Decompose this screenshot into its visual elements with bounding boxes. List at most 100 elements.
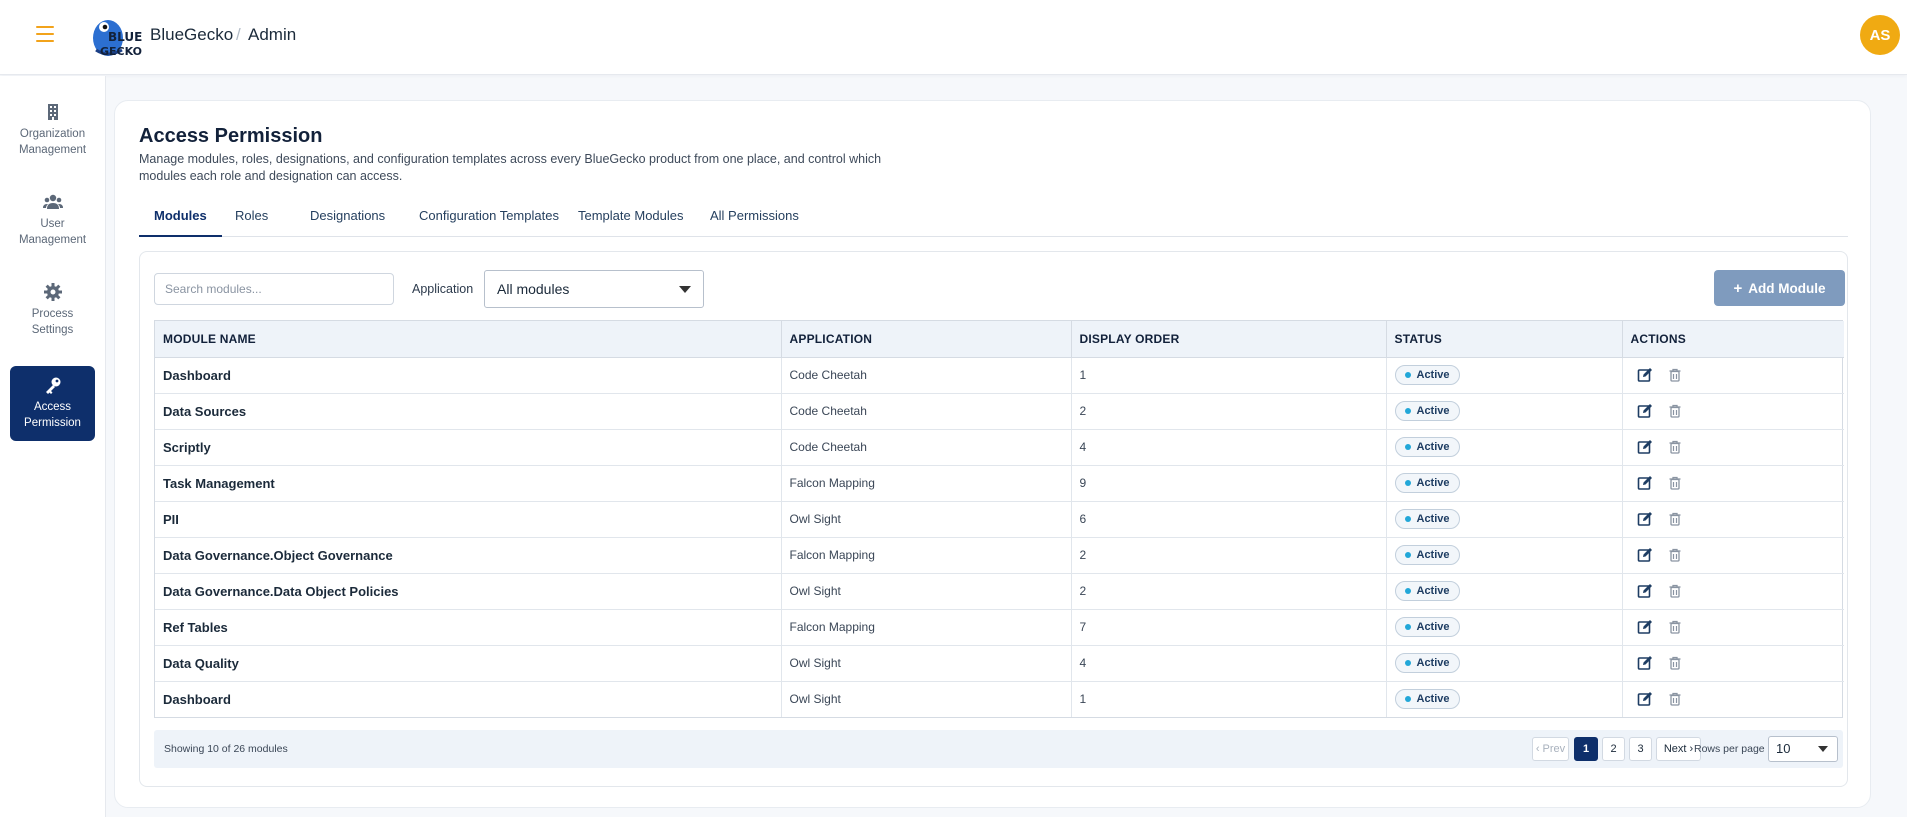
edit-icon[interactable] (1637, 691, 1653, 707)
column-header-status[interactable]: STATUS (1386, 321, 1623, 358)
edit-icon[interactable] (1637, 367, 1653, 383)
tab-modules[interactable]: Modules (139, 207, 222, 237)
edit-icon[interactable] (1637, 583, 1653, 599)
sidebar-item-access-permission[interactable]: Access Permission (10, 366, 95, 441)
sidebar-item-user-management[interactable]: User Management (10, 192, 95, 252)
module-name-cell: PII (155, 501, 782, 538)
application-cell: Owl Sight (781, 501, 1072, 538)
trash-icon[interactable] (1667, 655, 1683, 671)
status-text: Active (1416, 441, 1450, 453)
showing-count: Showing 10 of 26 modules (164, 743, 288, 755)
column-header-module-name[interactable]: MODULE NAME (155, 321, 782, 358)
table-header-row: MODULE NAME APPLICATION DISPLAY ORDER ST… (155, 321, 1844, 358)
chevron-down-icon (679, 286, 691, 293)
status-text: Active (1416, 513, 1450, 525)
page-2-button[interactable]: 2 (1602, 737, 1625, 761)
edit-icon[interactable] (1637, 619, 1653, 635)
sidebar-item-process-settings[interactable]: Process Settings (10, 282, 95, 342)
trash-icon[interactable] (1667, 619, 1683, 635)
sidebar-item-label: Management (18, 234, 87, 246)
trash-icon[interactable] (1667, 583, 1683, 599)
status-cell: Active (1386, 429, 1623, 466)
brand-name[interactable]: BlueGecko (150, 25, 233, 45)
tab-designations[interactable]: Designations (295, 207, 400, 237)
edit-icon[interactable] (1637, 655, 1653, 671)
page-3-button[interactable]: 3 (1629, 737, 1652, 761)
tab-bar: Modules Roles Designations Configuration… (139, 207, 1848, 237)
page-description: Manage modules, roles, designations, and… (139, 152, 882, 183)
table-row: Data Sources Code Cheetah 2 Active (155, 393, 1844, 430)
status-badge: Active (1394, 365, 1460, 385)
breadcrumb-admin[interactable]: Admin (248, 25, 296, 45)
module-name-cell: Data Sources (155, 393, 782, 430)
application-cell: Code Cheetah (781, 429, 1072, 466)
trash-icon[interactable] (1667, 547, 1683, 563)
trash-icon[interactable] (1667, 511, 1683, 527)
tab-configuration-templates[interactable]: Configuration Templates (404, 207, 574, 237)
application-select[interactable]: All modules (484, 270, 704, 308)
edit-icon[interactable] (1637, 475, 1653, 491)
status-text: Active (1416, 549, 1450, 561)
actions-cell (1622, 609, 1844, 646)
trash-icon[interactable] (1667, 691, 1683, 707)
status-text: Active (1416, 693, 1450, 706)
status-badge: Active (1394, 689, 1460, 710)
status-badge: Active (1394, 437, 1460, 457)
trash-icon[interactable] (1667, 475, 1683, 491)
tab-all-permissions[interactable]: All Permissions (695, 207, 814, 237)
plus-icon: + (1733, 279, 1743, 297)
status-dot (1404, 408, 1411, 414)
page-1-button[interactable]: 1 (1574, 737, 1598, 761)
chevron-down-icon (1818, 746, 1828, 752)
status-dot (1404, 444, 1411, 450)
status-cell: Active (1386, 357, 1623, 394)
rows-per-page-label: Rows per page (1694, 743, 1765, 755)
sidebar-item-label: Access (33, 401, 72, 413)
edit-icon[interactable] (1637, 439, 1653, 455)
column-header-display-order[interactable]: DISPLAY ORDER (1071, 321, 1387, 358)
prev-page-button[interactable]: ‹ Prev (1532, 737, 1569, 761)
display-order-cell: 4 (1071, 429, 1387, 466)
status-text: Active (1416, 657, 1450, 669)
tab-roles[interactable]: Roles (220, 207, 283, 237)
application-cell: Code Cheetah (781, 393, 1072, 430)
rows-per-page-select[interactable]: 10 (1768, 736, 1838, 762)
status-badge: Active (1394, 653, 1460, 673)
module-name-cell: Data Governance.Object Governance (155, 537, 782, 574)
trash-icon[interactable] (1667, 367, 1683, 383)
status-dot (1404, 588, 1411, 594)
application-selected-value: All modules (497, 281, 570, 297)
application-cell: Owl Sight (781, 681, 1072, 717)
sidebar-item-organization-management[interactable]: Organization Management (10, 102, 95, 162)
display-order-cell: 6 (1071, 501, 1387, 538)
add-module-button[interactable]: + Add Module (1714, 270, 1845, 306)
edit-icon[interactable] (1637, 547, 1653, 563)
user-avatar[interactable]: AS (1860, 15, 1900, 55)
display-order-cell: 1 (1071, 681, 1387, 717)
edit-icon[interactable] (1637, 511, 1653, 527)
sidebar-item-label: Management (18, 144, 87, 156)
column-header-application[interactable]: APPLICATION (781, 321, 1072, 358)
module-name-cell: Data Quality (155, 645, 782, 682)
display-order-cell: 2 (1071, 393, 1387, 430)
application-cell: Falcon Mapping (781, 465, 1072, 502)
trash-icon[interactable] (1667, 439, 1683, 455)
status-badge: Active (1394, 545, 1460, 565)
svg-text:GECKO: GECKO (100, 45, 142, 58)
status-dot (1404, 516, 1411, 522)
edit-icon[interactable] (1637, 403, 1653, 419)
status-badge: Active (1394, 509, 1460, 529)
status-badge: Active (1394, 617, 1460, 637)
trash-icon[interactable] (1667, 403, 1683, 419)
status-cell: Active (1386, 537, 1623, 574)
sidebar-item-label: Organization (19, 128, 86, 140)
sidebar-item-label: Process (31, 308, 74, 320)
status-dot (1404, 696, 1411, 703)
pagination-bar: Showing 10 of 26 modules ‹ Prev 1 2 3 Ne… (154, 730, 1843, 768)
tab-template-modules[interactable]: Template Modules (563, 207, 699, 237)
application-cell: Falcon Mapping (781, 609, 1072, 646)
status-cell: Active (1386, 465, 1623, 502)
sidebar-item-label: Settings (31, 324, 74, 336)
search-input[interactable] (154, 273, 394, 305)
menu-icon[interactable] (36, 26, 54, 42)
